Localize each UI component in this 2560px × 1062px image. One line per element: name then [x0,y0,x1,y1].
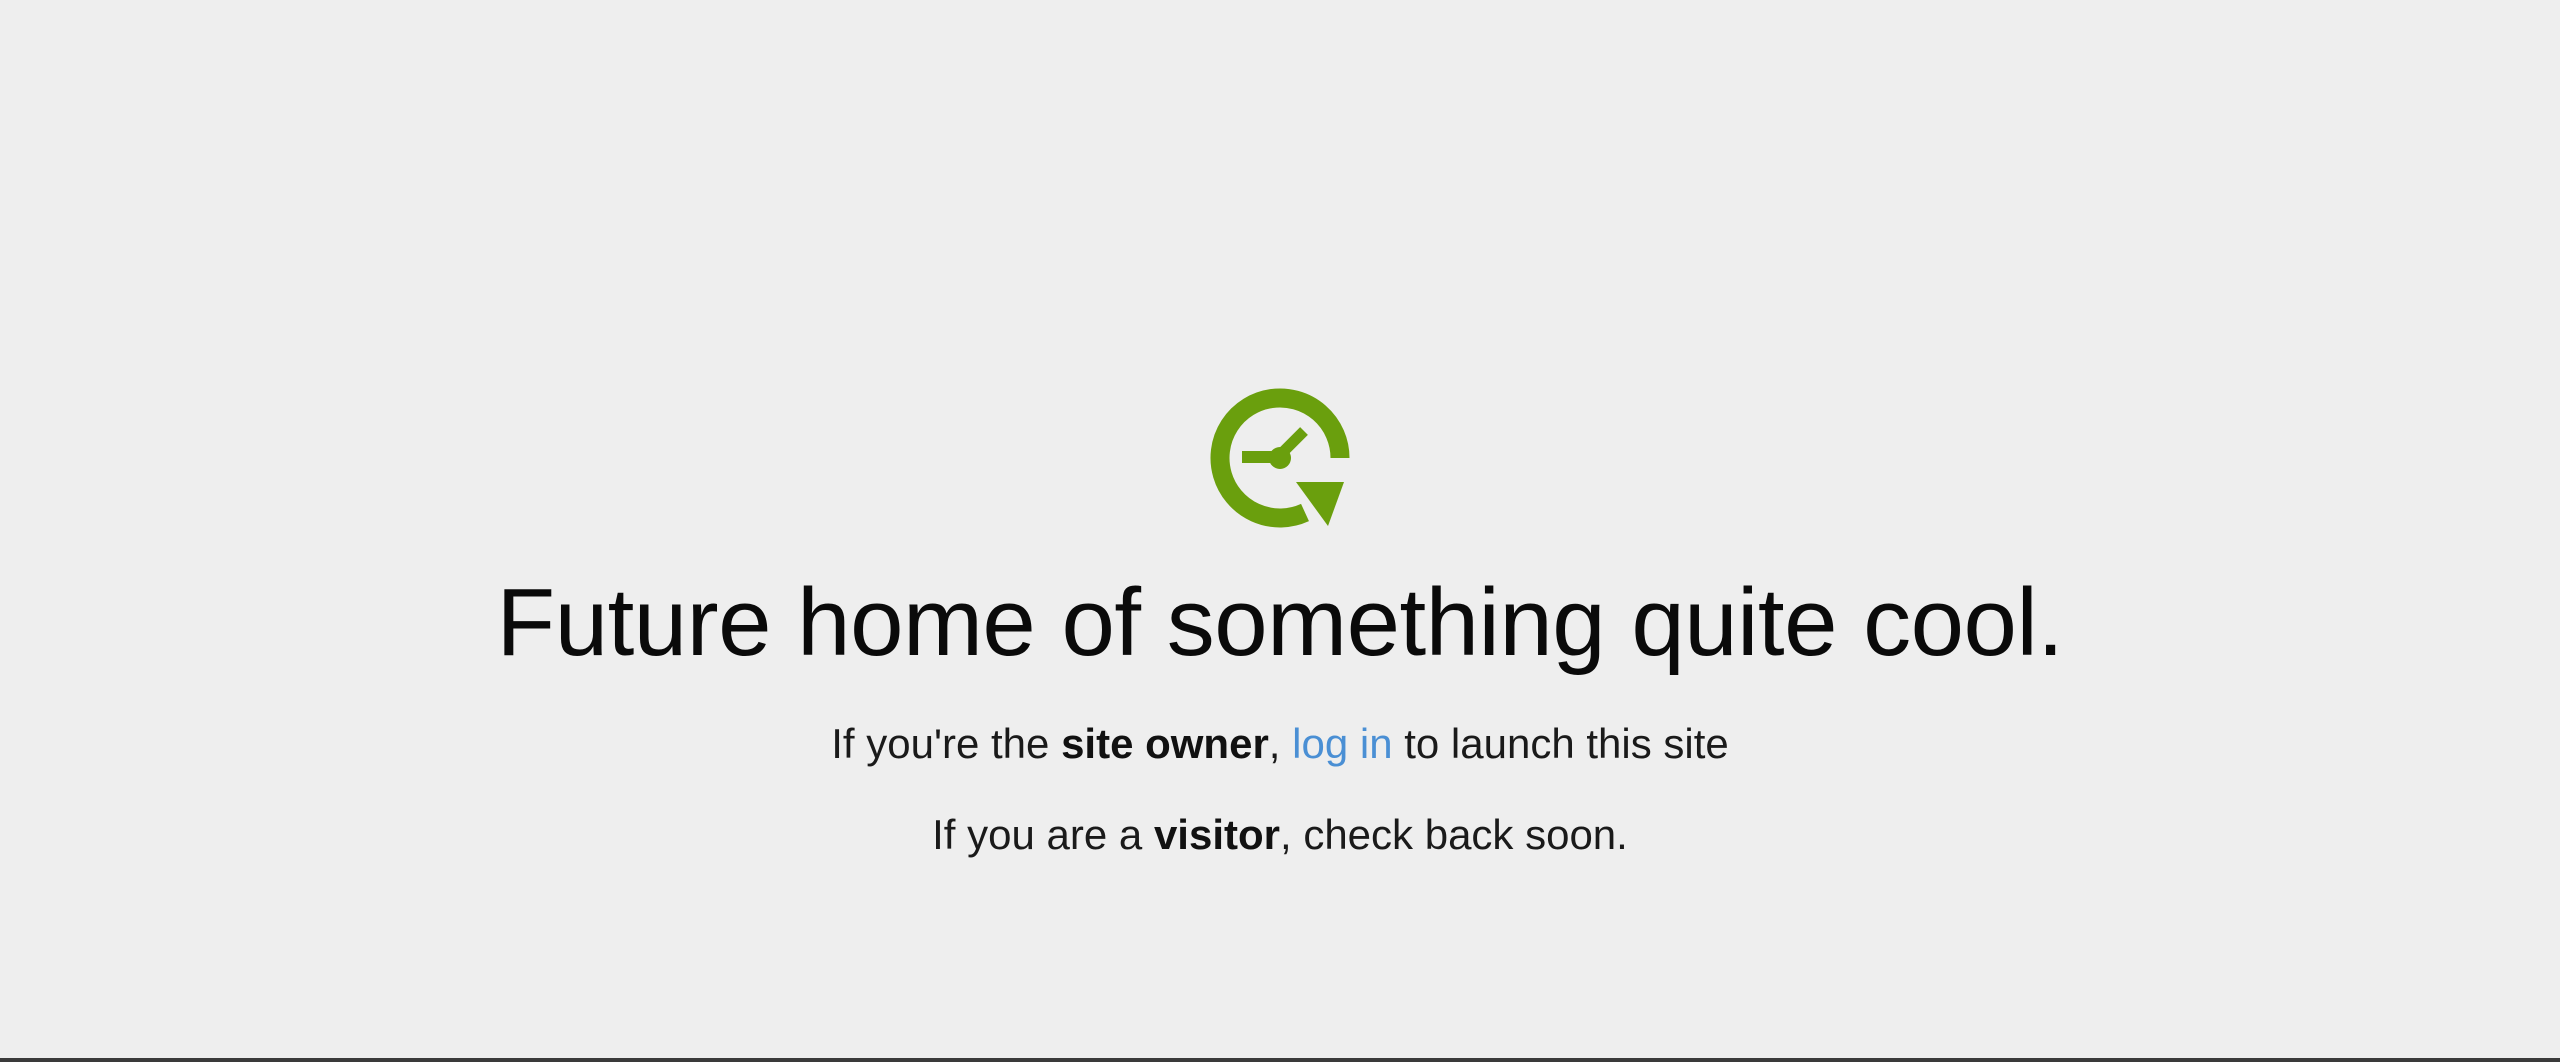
bottom-border [0,1058,2560,1062]
owner-suffix: to launch this site [1392,720,1729,767]
visitor-suffix: , check back soon. [1279,811,1628,858]
parked-page: Future home of something quite cool. If … [0,0,2560,1058]
login-link[interactable]: log in [1292,720,1392,767]
page-title: Future home of something quite cool. [496,569,2064,676]
owner-prefix: If you're the [831,720,1062,767]
owner-comma: , [1268,720,1293,767]
visitor-bold-text: visitor [1153,811,1280,858]
owner-message: If you're the site owner, log in to laun… [0,718,2560,770]
owner-bold-text: site owner [1061,720,1269,767]
clock-refresh-icon [1200,378,1360,538]
visitor-prefix: If you are a [932,811,1154,858]
visitor-message: If you are a visitor, check back soon. [0,809,2560,861]
